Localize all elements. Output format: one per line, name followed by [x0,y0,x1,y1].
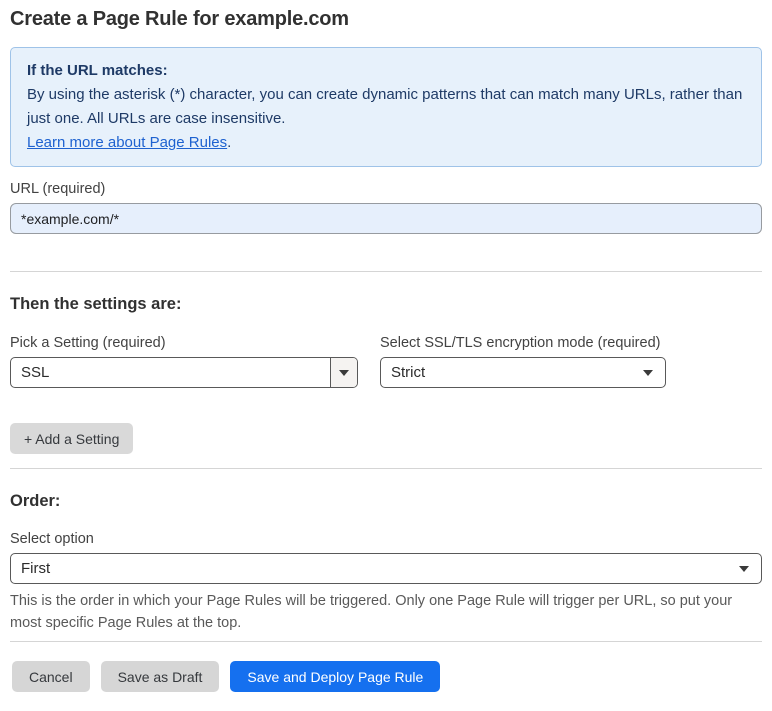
save-deploy-button[interactable]: Save and Deploy Page Rule [230,661,441,692]
order-section-heading: Order: [10,492,61,510]
ssl-mode-value: Strict [391,364,426,381]
footer-actions: Cancel Save as Draft Save and Deploy Pag… [10,661,762,692]
info-box-body: By using the asterisk (*) character, you… [27,86,743,127]
dropdown-arrow-area [727,565,761,572]
setting-picker-dropdown[interactable]: SSL [10,357,358,388]
chevron-down-icon [339,369,349,376]
add-setting-button[interactable]: + Add a Setting [10,423,134,454]
divider [10,271,762,272]
link-suffix: . [227,134,232,151]
url-field-label: URL (required) [10,181,106,197]
setting-picker-value: SSL [21,364,50,381]
order-select-label: Select option [10,531,94,547]
settings-row: Pick a Setting (required) SSL Select SSL… [10,335,762,388]
setting-picker-label: Pick a Setting (required) [10,335,166,351]
divider [10,468,762,469]
cancel-button[interactable]: Cancel [12,661,90,692]
chevron-down-icon [739,565,749,572]
info-box-link-line: Learn more about Page Rules. [27,131,745,155]
info-box-heading: If the URL matches: [27,62,168,79]
page-rule-form: Create a Page Rule for example.com If th… [0,0,772,692]
ssl-mode-dropdown[interactable]: Strict [380,357,666,388]
order-help-text: This is the order in which your Page Rul… [10,593,733,631]
dropdown-arrow-area [631,369,665,376]
url-input[interactable] [10,203,762,234]
ssl-mode-column: Select SSL/TLS encryption mode (required… [380,335,666,388]
divider [10,641,762,642]
url-match-info-box: If the URL matches: By using the asteris… [10,47,762,167]
dropdown-arrow-button[interactable] [330,358,357,387]
chevron-down-icon [643,369,653,376]
learn-more-link[interactable]: Learn more about Page Rules [27,134,227,151]
order-value: First [21,560,51,577]
settings-section-heading: Then the settings are: [10,295,182,313]
setting-picker-column: Pick a Setting (required) SSL [10,335,358,388]
order-dropdown[interactable]: First [10,553,762,584]
ssl-mode-label: Select SSL/TLS encryption mode (required… [380,335,661,351]
page-title: Create a Page Rule for example.com [10,8,349,30]
save-draft-button[interactable]: Save as Draft [100,661,220,692]
